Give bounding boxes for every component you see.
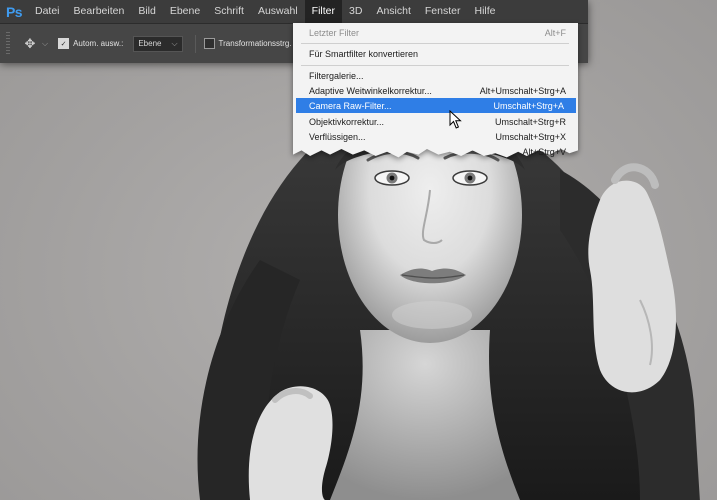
chevron-down-icon: ⌵ xyxy=(171,38,178,48)
auto-select-checkbox[interactable]: ✓ xyxy=(58,38,70,49)
right-hand xyxy=(588,180,676,393)
menu-item-shortcut: Umschalt+Strg+R xyxy=(494,116,566,127)
menu-bild[interactable]: Bild xyxy=(131,0,163,23)
menu-item-label: Filtergalerie... xyxy=(309,70,364,81)
menu-item-letzter-filter[interactable]: Letzter Filter Alt+F xyxy=(293,25,578,40)
chevron-down-icon[interactable]: ⌵ xyxy=(42,39,48,49)
options-divider xyxy=(194,34,196,53)
menu-item-shortcut: Alt+F xyxy=(544,27,566,38)
menu-ansicht[interactable]: Ansicht xyxy=(369,0,417,23)
menu-item-adaptive-weitwinkel[interactable]: Adaptive Weitwinkelkorrektur... Alt+Umsc… xyxy=(293,83,578,98)
menu-bearbeiten[interactable]: Bearbeiten xyxy=(67,0,132,23)
menu-item-label: Camera Raw-Filter... xyxy=(309,100,392,111)
options-bar-grip[interactable] xyxy=(6,31,10,56)
menu-hilfe[interactable]: Hilfe xyxy=(468,0,503,23)
menu-item-label: Adaptive Weitwinkelkorrektur... xyxy=(309,85,432,96)
menu-bar: Ps Datei Bearbeiten Bild Ebene Schrift A… xyxy=(0,0,588,23)
menu-item-verfluessigen[interactable]: Verflüssigen... Umschalt+Strg+X xyxy=(293,129,578,144)
menu-separator xyxy=(301,65,569,66)
menu-item-label: Letzter Filter xyxy=(309,27,360,38)
auto-select-label: Autom. ausw.: xyxy=(73,39,124,48)
layer-select-value: Ebene xyxy=(138,39,162,48)
menu-item-shortcut: Umschalt+Strg+A xyxy=(493,100,564,111)
move-icon[interactable]: ✥ xyxy=(20,36,40,52)
menu-item-shortcut: Alt+Strg+V xyxy=(522,146,566,157)
menu-fenster[interactable]: Fenster xyxy=(418,0,468,23)
menu-item-label: Für Smartfilter konvertieren xyxy=(309,48,419,59)
transform-controls-checkbox[interactable] xyxy=(203,38,215,49)
menu-separator xyxy=(301,43,569,44)
photoshop-logo: Ps xyxy=(5,3,23,20)
menu-item-shortcut: Alt+Umschalt+Strg+A xyxy=(479,85,566,96)
menu-ebene[interactable]: Ebene xyxy=(163,0,207,23)
menu-item-objektivkorrektur[interactable]: Objektivkorrektur... Umschalt+Strg+R xyxy=(293,114,578,129)
menu-3d[interactable]: 3D xyxy=(342,0,369,23)
menu-item-label: Verflüssigen... xyxy=(309,131,366,142)
menu-item-torn[interactable]: Alt+Strg+V xyxy=(293,144,578,159)
menu-item-camera-raw-filter[interactable]: Camera Raw-Filter... Umschalt+Strg+A xyxy=(296,98,576,113)
menu-datei[interactable]: Datei xyxy=(28,0,67,23)
menu-item-label: Objektivkorrektur... xyxy=(309,116,385,127)
menu-item-shortcut: Umschalt+Strg+X xyxy=(495,131,566,142)
filter-menu-dropdown: Letzter Filter Alt+F Für Smartfilter kon… xyxy=(293,23,578,163)
transform-controls-label: Transformationsstrg. xyxy=(218,39,292,48)
menu-item-filtergalerie[interactable]: Filtergalerie... xyxy=(293,68,578,83)
menu-schrift[interactable]: Schrift xyxy=(207,0,251,23)
menu-item-smartfilter[interactable]: Für Smartfilter konvertieren xyxy=(293,46,578,61)
menu-filter[interactable]: Filter xyxy=(304,0,343,23)
mouse-cursor-icon xyxy=(449,110,462,129)
menu-auswahl[interactable]: Auswahl xyxy=(251,0,305,23)
layer-select-dropdown[interactable]: Ebene ⌵ xyxy=(133,35,183,52)
